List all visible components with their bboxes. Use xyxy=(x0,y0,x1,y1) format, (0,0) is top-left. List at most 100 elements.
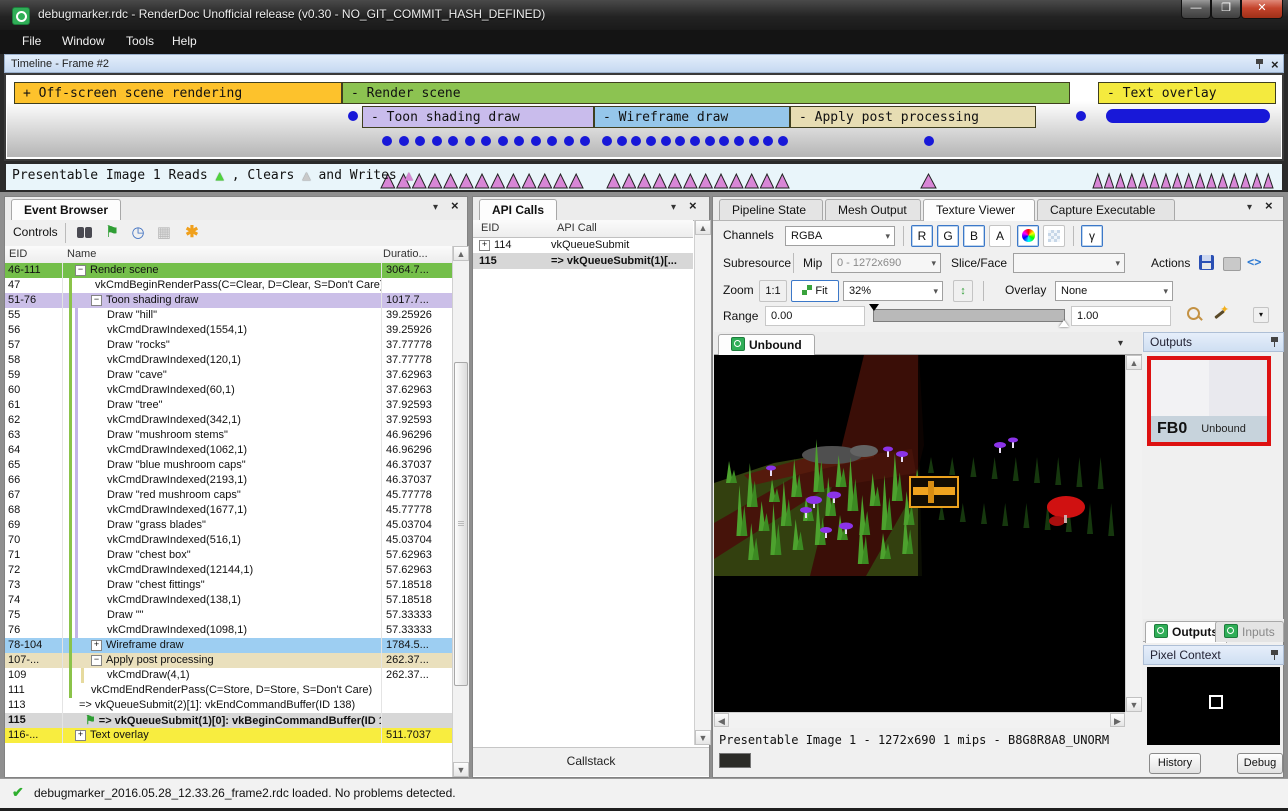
event-row[interactable]: 72vkCmdDrawIndexed(12144,1)57.62963 xyxy=(5,563,452,578)
event-row[interactable]: 109vkCmdDraw(4,1)262.37... xyxy=(5,668,452,683)
scroll-down-icon[interactable]: ▼ xyxy=(1126,697,1142,712)
event-row[interactable]: 65Draw "blue mushroom caps"46.37037 xyxy=(5,458,452,473)
slice-face-combo[interactable]: ▾ xyxy=(1013,253,1125,273)
draw-event-dot[interactable] xyxy=(580,136,590,146)
draw-event-dot[interactable] xyxy=(763,136,773,146)
draw-event-dot[interactable] xyxy=(465,136,475,146)
event-row[interactable]: 63Draw "mushroom stems"46.96296 xyxy=(5,428,452,443)
menu-tools[interactable]: Tools xyxy=(126,34,154,48)
event-row[interactable]: 47vkCmdBeginRenderPass(C=Clear, D=Clear,… xyxy=(5,278,452,293)
timeline-text-overlay-marker[interactable] xyxy=(1106,109,1270,123)
event-row[interactable]: 116-...+Text overlay511.7037 xyxy=(5,728,452,743)
pixel-context-view[interactable] xyxy=(1147,667,1280,745)
col-eid[interactable]: EID xyxy=(9,248,27,260)
close-icon[interactable]: × xyxy=(451,198,459,213)
tab-mesh-output[interactable]: Mesh Output xyxy=(825,199,921,220)
event-row[interactable]: 67Draw "red mushroom caps"45.77778 xyxy=(5,488,452,503)
timeline-bar-toon-shading[interactable]: - Toon shading draw xyxy=(362,106,594,128)
channels-combo[interactable]: RGBA▾ xyxy=(785,226,895,246)
pin-icon[interactable] xyxy=(1270,337,1279,348)
chevron-down-icon[interactable]: ▾ xyxy=(433,202,438,213)
draw-event-dot[interactable] xyxy=(448,136,458,146)
event-row[interactable]: 57Draw "rocks"37.77778 xyxy=(5,338,452,353)
event-row[interactable]: 61Draw "tree"37.92593 xyxy=(5,398,452,413)
api-call-row[interactable]: +114vkQueueSubmit xyxy=(473,237,693,253)
bookmark-star-icon[interactable]: ✱ xyxy=(181,223,203,243)
draw-event-dot[interactable] xyxy=(675,136,685,146)
draw-event-dot[interactable] xyxy=(564,136,574,146)
expander-icon[interactable]: − xyxy=(91,295,102,306)
channel-b-button[interactable]: B xyxy=(963,225,985,247)
timeline-panel[interactable]: + Off-screen scene rendering - Render sc… xyxy=(4,73,1284,161)
event-row[interactable]: 78-104+Wireframe draw1784.5... xyxy=(5,638,452,653)
overlay-combo[interactable]: None▾ xyxy=(1055,281,1173,301)
save-icon[interactable] xyxy=(1199,255,1214,270)
range-white-marker[interactable] xyxy=(1059,315,1069,327)
goto-flag-icon[interactable]: ⚑ xyxy=(101,223,123,243)
expander-icon[interactable]: − xyxy=(75,265,86,276)
event-row[interactable]: 73Draw "chest fittings"57.18518 xyxy=(5,578,452,593)
draw-event-dot[interactable] xyxy=(617,136,627,146)
draw-event-dot[interactable] xyxy=(415,136,425,146)
timeline-event-dot[interactable] xyxy=(348,111,358,121)
event-row[interactable]: 70vkCmdDrawIndexed(516,1)45.03704 xyxy=(5,533,452,548)
scroll-up-icon[interactable]: ▲ xyxy=(453,246,469,261)
timeline-bar-wireframe[interactable]: - Wireframe draw xyxy=(594,106,790,128)
draw-event-dot[interactable] xyxy=(719,136,729,146)
tab-capture-executable[interactable]: Capture Executable xyxy=(1037,199,1175,220)
draw-event-dot[interactable] xyxy=(646,136,656,146)
draw-event-dot[interactable] xyxy=(602,136,612,146)
channel-g-button[interactable]: G xyxy=(937,225,959,247)
event-row[interactable]: 62vkCmdDrawIndexed(342,1)37.92593 xyxy=(5,413,452,428)
channel-a-button[interactable]: A xyxy=(989,225,1011,247)
event-browser-column-header[interactable]: EID Name Duratio... xyxy=(5,246,452,264)
range-options-button[interactable]: ▾ xyxy=(1253,307,1269,323)
alpha-checker-button[interactable] xyxy=(1043,225,1065,247)
event-row[interactable]: 56vkCmdDrawIndexed(1554,1)39.25926 xyxy=(5,323,452,338)
close-icon[interactable]: × xyxy=(1265,198,1273,213)
col-duration[interactable]: Duratio... xyxy=(383,248,428,260)
timeline-event-dot[interactable] xyxy=(1076,111,1086,121)
draw-event-dot[interactable] xyxy=(382,136,392,146)
draw-event-dot[interactable] xyxy=(705,136,715,146)
scrollbar-thumb[interactable] xyxy=(454,362,468,686)
expander-icon[interactable]: + xyxy=(75,730,86,741)
timeline-bar-offscreen[interactable]: + Off-screen scene rendering xyxy=(14,82,342,104)
chevron-down-icon[interactable]: ▾ xyxy=(1118,338,1123,349)
gamma-button[interactable]: γ xyxy=(1081,225,1103,247)
draw-event-dot[interactable] xyxy=(734,136,744,146)
pin-icon[interactable] xyxy=(1270,650,1279,661)
col-name[interactable]: Name xyxy=(67,248,96,260)
tab-api-calls[interactable]: API Calls xyxy=(479,199,557,221)
event-row[interactable]: 111vkCmdEndRenderPass(C=Store, D=Store, … xyxy=(5,683,452,698)
callstack-label[interactable]: Callstack xyxy=(473,747,709,776)
tab-texture-viewer[interactable]: Texture Viewer xyxy=(923,199,1035,221)
draw-event-dot[interactable] xyxy=(481,136,491,146)
menu-file[interactable]: File xyxy=(22,34,41,48)
range-min-input[interactable]: 0.00 xyxy=(765,306,865,326)
col-eid[interactable]: EID xyxy=(481,222,499,234)
draw-event-dot[interactable] xyxy=(631,136,641,146)
event-row[interactable]: 46-111−Render scene3064.7... xyxy=(5,263,452,278)
tab-pipeline-state[interactable]: Pipeline State xyxy=(719,199,823,220)
col-api-call[interactable]: API Call xyxy=(557,222,597,234)
debug-button[interactable]: Debug xyxy=(1237,753,1283,774)
api-call-row[interactable]: 115=> vkQueueSubmit(1)[... xyxy=(473,253,693,269)
draw-event-dot[interactable] xyxy=(690,136,700,146)
zoom-range-icon[interactable] xyxy=(1185,305,1205,325)
dots-wire[interactable] xyxy=(602,135,788,147)
chevron-down-icon[interactable]: ▾ xyxy=(1247,202,1252,213)
rgbm-rainbow-button[interactable] xyxy=(1017,225,1039,247)
texture-viewport[interactable] xyxy=(714,355,1125,712)
history-button[interactable]: History xyxy=(1149,753,1201,774)
draw-event-dot[interactable] xyxy=(531,136,541,146)
draw-event-dot[interactable] xyxy=(778,136,788,146)
event-row[interactable]: 75Draw ""57.33333 xyxy=(5,608,452,623)
event-row[interactable]: 74vkCmdDrawIndexed(138,1)57.18518 xyxy=(5,593,452,608)
chevron-down-icon[interactable]: ▾ xyxy=(671,202,676,213)
draw-event-dot[interactable] xyxy=(661,136,671,146)
api-calls-column-header[interactable]: EID API Call xyxy=(473,220,693,238)
tab-event-browser[interactable]: Event Browser xyxy=(11,199,121,221)
dots-post[interactable] xyxy=(924,135,936,147)
expander-icon[interactable]: + xyxy=(91,640,102,651)
